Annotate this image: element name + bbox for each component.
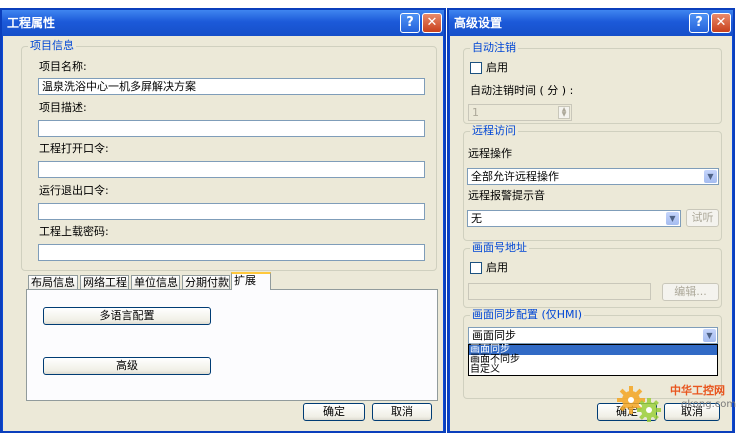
auto-logout-time-spinner: 1 ▲ ▼ [468, 104, 572, 121]
close-button[interactable]: ✕ [711, 13, 731, 33]
advanced-settings-window: 高级设置 ? ✕ 自动注销 启用 自动注销时间 ( 分 ) : 1 ▲ ▼ 远程访… [447, 8, 735, 433]
project-name-label: 项目名称: [39, 60, 87, 73]
screen-address-enable-checkbox[interactable] [470, 262, 482, 274]
screen-sync-option-custom[interactable]: 自定义 [469, 365, 717, 375]
auto-logout-legend: 自动注销 [470, 41, 518, 55]
auto-logout-time-label: 自动注销时间 ( 分 ) : [470, 84, 574, 97]
title-bar[interactable]: 高级设置 ? ✕ [449, 10, 733, 36]
project-desc-label: 项目描述: [39, 101, 87, 114]
open-password-label: 工程打开口令: [39, 142, 109, 155]
auto-logout-enable-checkbox[interactable] [470, 62, 482, 74]
gkong-watermark: 中华工控网 gkong.com [615, 378, 745, 424]
project-name-input[interactable]: 温泉洗浴中心一机多屏解决方案 [38, 78, 425, 95]
screen-sync-select[interactable]: 画面同步 ▼ [468, 327, 718, 344]
screen-address-input [468, 283, 651, 300]
window-client: 项目信息 项目名称: 温泉洗浴中心一机多屏解决方案 项目描述: 工程打开口令: … [3, 36, 443, 431]
screen-address-enable-label: 启用 [486, 261, 508, 274]
upload-password-label: 工程上载密码: [39, 225, 109, 238]
screen-sync-legend: 画面同步配置 (仅HMI) [470, 308, 585, 322]
edit-button[interactable]: 编辑... [662, 283, 719, 301]
close-button[interactable]: ✕ [422, 13, 442, 33]
window-title: 工程属性 [7, 16, 56, 30]
screen-sync-option-nosync[interactable]: 画面不同步 [469, 355, 717, 365]
chevron-down-icon: ▼ [704, 170, 717, 183]
upload-password-input[interactable] [38, 244, 425, 261]
help-button[interactable]: ? [689, 13, 709, 33]
watermark-url: gkong.com [681, 399, 737, 410]
auto-logout-enable-label: 启用 [486, 61, 508, 74]
screen-sync-dropdown-list: 画面同步 画面不同步 自定义 [468, 344, 718, 376]
remote-access-group: 远程访问 远程操作 全部允许远程操作 ▼ 远程报警提示音 无 ▼ 试听 [463, 124, 722, 241]
gear-logo-icon [617, 386, 661, 422]
project-info-legend: 项目信息 [28, 39, 76, 53]
remote-alarm-select[interactable]: 无 ▼ [467, 210, 681, 227]
remote-access-legend: 远程访问 [470, 124, 518, 138]
title-bar[interactable]: 工程属性 ? ✕ [2, 10, 444, 36]
screen-address-group: 画面号地址 启用 编辑... [463, 241, 722, 308]
multilang-config-button[interactable]: 多语言配置 [43, 307, 211, 325]
window-client: 自动注销 启用 自动注销时间 ( 分 ) : 1 ▲ ▼ 远程访问 远程操作 全部… [450, 36, 732, 431]
chevron-down-icon: ▼ [666, 212, 679, 225]
screen-address-legend: 画面号地址 [470, 241, 529, 255]
tab-extension[interactable]: 扩展 [231, 272, 271, 290]
remote-alarm-value: 无 [471, 212, 482, 225]
project-properties-window: 工程属性 ? ✕ 项目信息 项目名称: 温泉洗浴中心一机多屏解决方案 项目描述:… [0, 8, 446, 433]
remote-operation-value: 全部允许远程操作 [471, 170, 559, 183]
ok-button[interactable]: 确定 [303, 403, 365, 421]
tab-installment[interactable]: 分期付款 [182, 275, 230, 290]
remote-operation-select[interactable]: 全部允许远程操作 ▼ [467, 168, 719, 185]
spinner-arrows-icon: ▲ ▼ [558, 106, 570, 119]
tab-layout-info[interactable]: 布局信息 [28, 275, 78, 290]
window-title: 高级设置 [454, 16, 503, 30]
chevron-down-icon: ▼ [703, 329, 716, 342]
remote-operation-label: 远程操作 [468, 147, 512, 160]
advanced-button[interactable]: 高级 [43, 357, 211, 375]
auto-logout-group: 自动注销 启用 自动注销时间 ( 分 ) : 1 ▲ ▼ [463, 41, 722, 124]
project-desc-input[interactable] [38, 120, 425, 137]
exit-password-label: 运行退出口令: [39, 184, 109, 197]
watermark-brand: 中华工控网 [670, 384, 725, 397]
cancel-button[interactable]: 取消 [372, 403, 432, 421]
remote-alarm-label: 远程报警提示音 [468, 189, 545, 202]
tab-network-project[interactable]: 网络工程 [80, 275, 129, 290]
open-password-input[interactable] [38, 161, 425, 178]
auto-logout-time-value: 1 [472, 106, 479, 119]
project-info-group: 项目信息 项目名称: 温泉洗浴中心一机多屏解决方案 项目描述: 工程打开口令: … [21, 39, 437, 271]
extension-tab-page: 多语言配置 高级 [26, 289, 438, 401]
help-button[interactable]: ? [400, 13, 420, 33]
test-listen-button[interactable]: 试听 [686, 209, 719, 227]
exit-password-input[interactable] [38, 203, 425, 220]
tab-unit-info[interactable]: 单位信息 [131, 275, 180, 290]
screen-sync-value: 画面同步 [472, 329, 516, 342]
